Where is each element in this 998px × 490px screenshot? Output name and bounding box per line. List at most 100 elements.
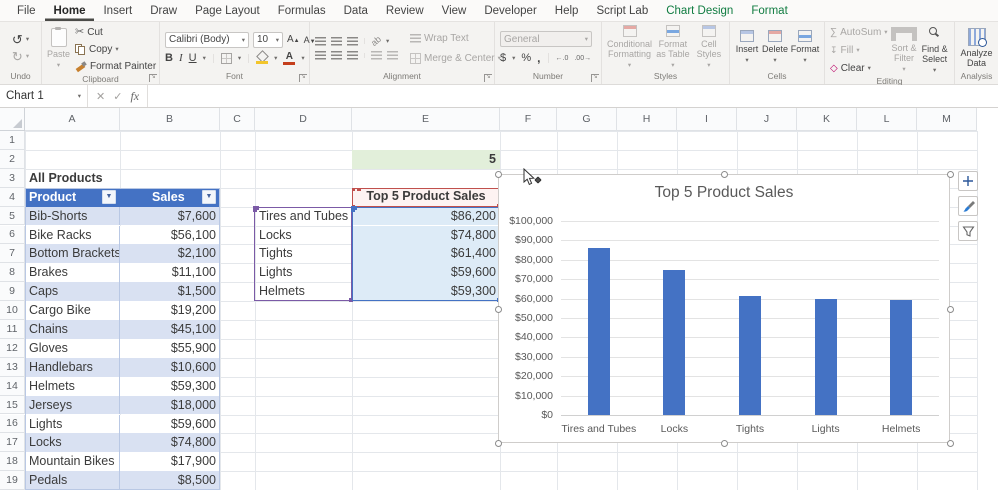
increase-font-icon[interactable]: A▲ <box>287 34 300 45</box>
tab-view[interactable]: View <box>433 1 476 21</box>
row-header-3[interactable]: 3 <box>0 169 25 188</box>
table-cell-sales[interactable]: $1,500 <box>120 282 220 301</box>
cell-top5-category[interactable]: Locks <box>255 226 352 245</box>
row-header-14[interactable]: 14 <box>0 377 25 396</box>
chart-bar[interactable] <box>890 300 912 415</box>
cut-button[interactable]: ✂Cut <box>75 25 156 40</box>
row-header-16[interactable]: 16 <box>0 415 25 434</box>
column-header-K[interactable]: K <box>797 108 857 131</box>
cell-top5-value[interactable]: $86,200 <box>352 207 500 226</box>
accounting-format-icon[interactable]: $ <box>500 52 506 64</box>
font-color-icon[interactable]: A <box>283 52 295 65</box>
table-cell-sales[interactable]: $55,900 <box>120 339 220 358</box>
row-header-10[interactable]: 10 <box>0 301 25 320</box>
column-header-D[interactable]: D <box>255 108 352 131</box>
tab-page-layout[interactable]: Page Layout <box>186 1 269 21</box>
insert-cells-button[interactable]: Insert▾ <box>735 30 759 66</box>
chart-resize-handle[interactable] <box>495 171 502 178</box>
find-select-button[interactable]: Find & Select▾ <box>920 26 949 76</box>
font-size-select[interactable]: 10▾ <box>253 32 283 48</box>
table-cell-product[interactable]: Mountain Bikes <box>25 452 120 471</box>
cancel-entry-icon[interactable]: ✕ <box>96 90 105 103</box>
row-header-19[interactable]: 19 <box>0 471 25 490</box>
borders-icon[interactable] <box>221 53 232 64</box>
chart[interactable]: Top 5 Product Sales$0$10,000$20,000$30,0… <box>498 174 950 443</box>
table-cell-sales[interactable]: $18,000 <box>120 396 220 415</box>
chart-bar[interactable] <box>815 299 837 415</box>
column-header-I[interactable]: I <box>677 108 737 131</box>
table-cell-sales[interactable]: $45,100 <box>120 320 220 339</box>
table-cell-product[interactable]: Handlebars <box>25 358 120 377</box>
paste-button[interactable]: Paste▾ <box>47 28 70 71</box>
decrease-decimal-icon[interactable]: .00→ <box>574 55 591 62</box>
table-cell-product[interactable]: Bike Racks <box>25 226 120 245</box>
chart-resize-handle[interactable] <box>495 440 502 447</box>
percent-style-icon[interactable]: % <box>521 52 531 64</box>
table-cell-sales[interactable]: $59,300 <box>120 377 220 396</box>
fill-button[interactable]: ↧Fill▾ <box>830 43 888 58</box>
align-middle-icon[interactable] <box>331 37 342 46</box>
table-cell-sales[interactable]: $10,600 <box>120 358 220 377</box>
tab-insert[interactable]: Insert <box>94 1 141 21</box>
column-header-L[interactable]: L <box>857 108 917 131</box>
table-cell-sales[interactable]: $56,100 <box>120 226 220 245</box>
table-cell-product[interactable]: Gloves <box>25 339 120 358</box>
wrap-text-button[interactable]: Wrap Text <box>410 31 501 46</box>
worksheet-grid[interactable]: ABCDEFGHIJKLM123456789101112131415161718… <box>0 108 998 490</box>
table-cell-product[interactable]: Pedals <box>25 471 120 490</box>
cell-all-products-title[interactable]: All Products <box>25 169 175 188</box>
copy-button[interactable]: Copy▾ <box>75 42 156 57</box>
row-header-6[interactable]: 6 <box>0 226 25 245</box>
tab-home[interactable]: Home <box>45 1 95 21</box>
row-header-11[interactable]: 11 <box>0 320 25 339</box>
chart-filters-button[interactable] <box>958 221 978 241</box>
table-cell-sales[interactable]: $74,800 <box>120 433 220 452</box>
tab-help[interactable]: Help <box>546 1 588 21</box>
row-header-9[interactable]: 9 <box>0 282 25 301</box>
cell-top5-title[interactable]: Top 5 Product Sales <box>352 188 500 207</box>
format-as-table-button[interactable]: Format as Table▾ <box>654 25 692 71</box>
chart-resize-handle[interactable] <box>721 171 728 178</box>
table-cell-sales[interactable]: $11,100 <box>120 263 220 282</box>
table-cell-sales[interactable]: $59,600 <box>120 415 220 434</box>
clipboard-dialog-launcher[interactable] <box>149 74 157 82</box>
alignment-dialog-launcher[interactable] <box>484 74 492 82</box>
increase-indent-icon[interactable] <box>387 51 398 60</box>
orientation-icon[interactable]: ab <box>369 34 383 48</box>
chart-resize-handle[interactable] <box>947 171 954 178</box>
column-header-E[interactable]: E <box>352 108 500 131</box>
table-cell-product[interactable]: Cargo Bike <box>25 301 120 320</box>
table-cell-sales[interactable]: $2,100 <box>120 244 220 263</box>
align-top-icon[interactable] <box>315 37 326 46</box>
table-cell-product[interactable]: Locks <box>25 433 120 452</box>
range-handle[interactable] <box>357 188 361 191</box>
column-header-C[interactable]: C <box>220 108 255 131</box>
fill-color-icon[interactable] <box>256 52 268 64</box>
chart-bar[interactable] <box>588 248 610 415</box>
column-header-A[interactable]: A <box>25 108 120 131</box>
format-painter-button[interactable]: Format Painter <box>75 59 156 74</box>
confirm-entry-icon[interactable]: ✓ <box>113 90 122 103</box>
tab-file[interactable]: File <box>8 1 45 21</box>
column-header-M[interactable]: M <box>917 108 977 131</box>
cell-styles-button[interactable]: Cell Styles▾ <box>694 25 724 71</box>
comma-style-icon[interactable]: , <box>537 51 540 65</box>
sort-filter-button[interactable]: Sort & Filter▾ <box>891 27 918 75</box>
align-left-icon[interactable] <box>315 51 326 60</box>
underline-button[interactable]: U <box>189 52 197 64</box>
chart-title[interactable]: Top 5 Product Sales <box>499 184 949 202</box>
range-handle[interactable] <box>352 188 355 191</box>
tab-script-lab[interactable]: Script Lab <box>587 1 657 21</box>
column-header-J[interactable]: J <box>737 108 797 131</box>
row-header-13[interactable]: 13 <box>0 358 25 377</box>
table-cell-product[interactable]: Chains <box>25 320 120 339</box>
cell-top5-category[interactable]: Tires and Tubes <box>255 207 352 226</box>
table-header-product[interactable]: Product▼ <box>25 188 120 207</box>
filter-dropdown-icon[interactable]: ▼ <box>102 190 116 204</box>
chart-resize-handle[interactable] <box>721 440 728 447</box>
row-header-2[interactable]: 2 <box>0 150 25 169</box>
format-cells-button[interactable]: Format▾ <box>791 30 819 66</box>
merge-center-button[interactable]: Merge & Center▾ <box>410 51 501 66</box>
number-format-select[interactable]: General▾ <box>500 31 592 47</box>
column-header-F[interactable]: F <box>500 108 557 131</box>
